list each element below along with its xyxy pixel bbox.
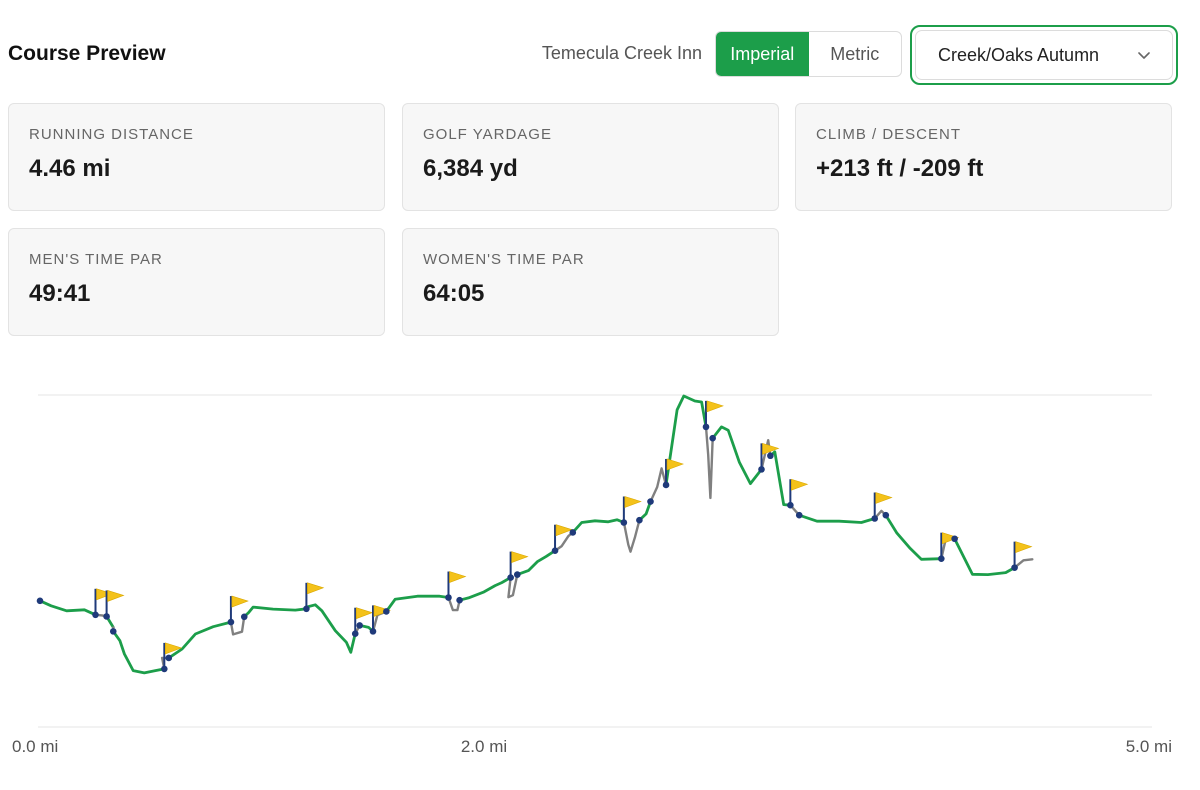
x-tick-label: 5.0 mi (1126, 737, 1172, 756)
stat-card-womens-time-par: WOMEN'S TIME PAR 64:05 (402, 228, 779, 336)
flag-pennant (511, 551, 529, 564)
data-point (356, 622, 363, 629)
flag-icon (705, 400, 724, 427)
data-point (103, 613, 110, 620)
running-segment (797, 513, 877, 524)
data-point (456, 596, 463, 604)
running-segment (664, 394, 708, 487)
data-point (709, 434, 716, 442)
data-point (569, 529, 577, 536)
data-point (767, 452, 774, 460)
flag-icon (105, 590, 125, 617)
flag-pennant (231, 595, 249, 608)
running-segment (384, 594, 450, 613)
running-segment (304, 603, 357, 654)
imperial-button[interactable]: Imperial (716, 32, 809, 76)
stat-card-mens-time-par: MEN'S TIME PAR 49:41 (8, 228, 385, 336)
running-segment (111, 629, 166, 675)
x-tick-label: 2.0 mi (461, 737, 507, 756)
flag-icon (554, 524, 573, 551)
data-point (240, 613, 248, 621)
unit-toggle: Imperial Metric (715, 31, 902, 77)
metric-button[interactable]: Metric (809, 32, 902, 76)
flag-pennant (791, 478, 809, 491)
flag-pennant (307, 582, 325, 595)
running-segment (711, 425, 763, 485)
data-point (161, 665, 168, 673)
stat-value: 4.46 mi (29, 155, 111, 182)
data-point (507, 574, 514, 581)
stat-label: WOMEN'S TIME PAR (423, 251, 585, 268)
stat-label: CLIMB / DESCENT (816, 126, 962, 143)
flag-pennant (666, 458, 684, 471)
flag-pennant (624, 496, 642, 508)
flag-pennant (875, 492, 893, 504)
stat-card-golf-yardage: GOLF YARDAGE 6,384 yd (402, 103, 779, 211)
golf-segment (229, 615, 246, 636)
data-point (647, 498, 654, 505)
elevation-chart: 0.0 mi 2.0 mi 5.0 mi (12, 394, 1172, 756)
running-segment (769, 450, 792, 507)
data-point (303, 605, 310, 613)
data-point (702, 423, 710, 431)
stat-label: MEN'S TIME PAR (29, 251, 163, 268)
running-segment (953, 537, 1016, 577)
data-point (795, 511, 803, 519)
x-tick-label: 0.0 mi (12, 737, 58, 756)
stat-value: +213 ft / -209 ft (816, 155, 984, 182)
running-segment (38, 599, 97, 617)
data-point (445, 594, 452, 601)
data-point (1011, 564, 1018, 571)
data-point (662, 481, 670, 489)
data-point (551, 547, 559, 555)
course-name: Temecula Creek Inn (541, 43, 702, 63)
data-point (165, 654, 173, 662)
data-point (36, 597, 44, 605)
running-segment (515, 549, 557, 577)
flag-pennant (355, 607, 374, 620)
running-segment (884, 513, 943, 561)
data-point (787, 501, 794, 509)
flag-icon (789, 478, 809, 506)
flag-pennant (449, 571, 467, 583)
running-segment (167, 620, 233, 660)
flag-pennant (107, 590, 125, 602)
stat-card-climb-descent: CLIMB / DESCENT +213 ft / -209 ft (795, 103, 1172, 211)
flag-icon (1013, 541, 1033, 568)
data-point (871, 515, 879, 522)
header: Course Preview Temecula Creek Inn Imperi… (0, 0, 1200, 108)
page-title: Course Preview (8, 42, 166, 65)
running-segment (571, 518, 626, 534)
data-point (620, 519, 628, 526)
stat-label: GOLF YARDAGE (423, 126, 552, 143)
data-point (636, 516, 643, 524)
running-segment (242, 605, 308, 619)
data-point (758, 466, 765, 473)
golf-segment (622, 518, 641, 553)
stat-value: 64:05 (423, 280, 485, 307)
data-point (109, 628, 117, 635)
flag-pennant (706, 400, 724, 413)
data-point (369, 628, 377, 635)
course-select-box[interactable]: Creek/Oaks Autumn (915, 30, 1173, 80)
data-point (383, 608, 390, 615)
stat-value: 6,384 yd (423, 155, 518, 182)
stat-value: 49:41 (29, 280, 91, 307)
data-point (882, 511, 890, 519)
stat-card-running-distance: RUNNING DISTANCE 4.46 mi (8, 103, 385, 211)
chevron-down-icon (1138, 52, 1150, 59)
data-point (951, 535, 958, 543)
running-segment (458, 576, 513, 602)
data-point (514, 571, 521, 578)
data-point (938, 555, 945, 562)
data-point (351, 630, 359, 638)
data-point (92, 611, 99, 619)
flag-pennant (1015, 541, 1033, 554)
data-point (227, 618, 235, 626)
course-select[interactable]: Creek/Oaks Autumn (910, 25, 1178, 85)
stat-label: RUNNING DISTANCE (29, 126, 194, 143)
course-select-value: Creek/Oaks Autumn (938, 44, 1100, 65)
flag-icon (447, 571, 467, 598)
